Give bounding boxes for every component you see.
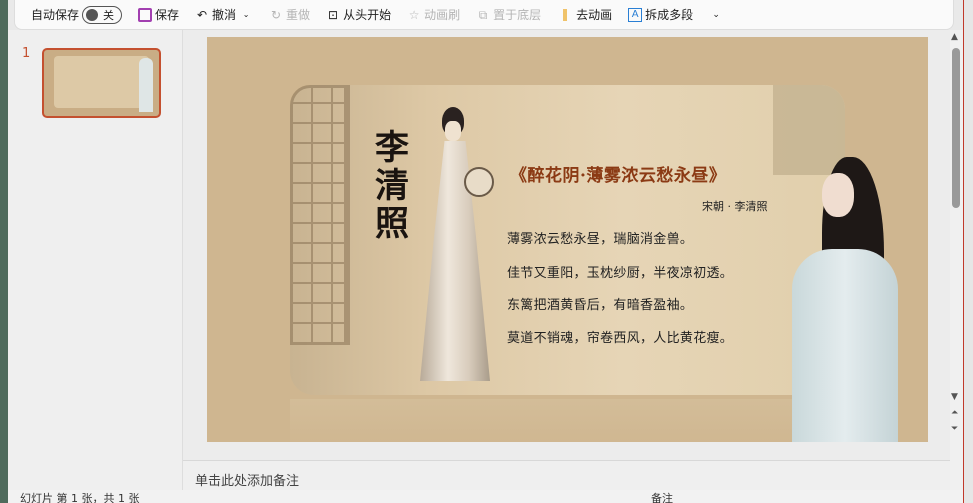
play-from-start-button[interactable]: ⊡ 从头开始 (320, 3, 397, 27)
presenter-photo[interactable] (782, 157, 928, 442)
card-reflection (290, 399, 845, 442)
split-paragraphs-button[interactable]: A 拆成多段 (622, 3, 699, 27)
window-lattice-image (290, 85, 350, 345)
presentation-icon: ⊡ (328, 7, 339, 22)
redo-label: 重做 (286, 8, 311, 22)
chevron-down-icon[interactable]: ⌄ (239, 8, 253, 22)
toggle-state: 关 (103, 8, 115, 22)
scroll-up-icon[interactable]: ▲ (951, 32, 958, 42)
save-label: 保存 (155, 8, 180, 22)
customize-toolbar-button[interactable]: ⌄ (703, 3, 729, 27)
send-back-label: 置于底层 (493, 8, 542, 22)
painter-label: 动画刷 (424, 8, 461, 22)
thumbnail-person (139, 58, 153, 112)
suit (792, 249, 898, 442)
redo-icon: ↻ (271, 7, 282, 22)
face (822, 173, 854, 217)
slide-thumbnail[interactable] (42, 48, 161, 118)
vertical-scrollbar[interactable]: ▲ ▼ ⏶ ⏷ (950, 30, 963, 490)
split-label: 拆成多段 (645, 8, 694, 22)
remove-animation-label: 去动画 (576, 8, 613, 22)
textbox-icon: A (628, 7, 643, 22)
autosave-toggle[interactable]: 自动保存 关 (25, 3, 128, 27)
autosave-label: 自动保存 (31, 8, 80, 22)
save-icon (138, 7, 153, 22)
thumbnail-number: 1 (22, 46, 31, 61)
notes-toggle-button[interactable]: 备注 (651, 490, 673, 503)
redo-button[interactable]: ↻ 重做 (263, 3, 316, 27)
slide-canvas[interactable]: 李清照 《醉花阴·薄雾浓云愁永昼》 宋朝 · 李清照 薄雾浓云愁永昼，瑞脑消金兽… (207, 37, 928, 442)
poem-line[interactable]: 莫道不销魂，帘卷西风，人比黄花瘦。 (507, 327, 733, 346)
ancient-lady-illustration[interactable] (412, 107, 502, 382)
scroll-down-icon[interactable]: ▼ (951, 392, 958, 402)
poem-line[interactable]: 薄雾浓云愁永昼，瑞脑消金兽。 (507, 228, 693, 247)
window-edge-right (963, 0, 973, 503)
poem-line[interactable]: 佳节又重阳，玉枕纱厨，半夜凉初透。 (507, 262, 733, 281)
face (445, 121, 461, 141)
play-label: 从头开始 (343, 8, 392, 22)
save-button[interactable]: 保存 (132, 3, 185, 27)
poem-title[interactable]: 《醉花阴·薄雾浓云愁永昼》 (510, 161, 726, 186)
notes-pane[interactable]: 单击此处添加备注 (183, 460, 950, 490)
vertical-calligraphy-title[interactable]: 李清照 (372, 129, 412, 243)
thumbnail-card (54, 56, 149, 108)
next-slide-icon[interactable]: ⏷ (951, 424, 958, 434)
poem-line[interactable]: 东篱把酒黄昏后，有暗香盈袖。 (507, 294, 693, 313)
previous-slide-icon[interactable]: ⏶ (951, 408, 958, 418)
slide-count: 幻灯片 第 1 张，共 1 张 (20, 492, 140, 503)
scrollbar-thumb[interactable] (952, 48, 960, 208)
window-edge (0, 0, 8, 503)
quick-access-toolbar: 自动保存 关 保存 ↶ 撤消 ⌄ ↻ 重做 ⊡ 从头开始 ☆ 动画刷 ⧉ 置于底层 去动画 … (14, 0, 954, 30)
fan (464, 167, 494, 197)
star-brush-icon: ☆ (408, 7, 420, 22)
poem-author[interactable]: 宋朝 · 李清照 (702, 198, 768, 214)
slide-editor: 李清照 《醉花阴·薄雾浓云愁永昼》 宋朝 · 李清照 薄雾浓云愁永昼，瑞脑消金兽… (183, 30, 950, 460)
animation-painter-button[interactable]: ☆ 动画刷 (401, 3, 466, 27)
send-to-back-button[interactable]: ⧉ 置于底层 (470, 3, 547, 27)
slide-thumbnail-panel: 1 (8, 30, 183, 490)
chevron-down-icon: ⌄ (712, 9, 720, 20)
undo-icon: ↶ (197, 7, 208, 22)
undo-button[interactable]: ↶ 撤消 ⌄ (189, 3, 259, 27)
layers-icon: ⧉ (478, 7, 488, 22)
status-bar: 幻灯片 第 1 张，共 1 张 备注 (8, 490, 973, 503)
undo-label: 撤消 (212, 8, 237, 22)
toggle-knob (86, 8, 99, 21)
remove-animation-icon (563, 8, 568, 21)
remove-animation-button[interactable]: 去动画 (551, 3, 618, 27)
notes-placeholder: 单击此处添加备注 (195, 474, 300, 489)
toggle-switch[interactable]: 关 (82, 5, 123, 24)
